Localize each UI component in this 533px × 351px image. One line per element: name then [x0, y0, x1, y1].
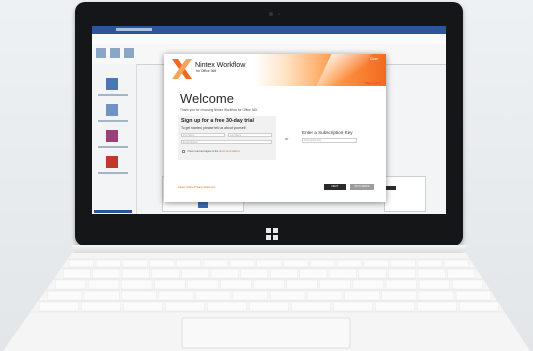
keyboard-key[interactable]: [122, 259, 148, 268]
keyboard-key[interactable]: [418, 290, 454, 301]
keyboard-key[interactable]: [291, 301, 332, 312]
keyboard-key[interactable]: [459, 301, 500, 312]
keyboard-key[interactable]: [417, 301, 458, 312]
keyboard-key[interactable]: [310, 259, 335, 268]
keyboard-key[interactable]: [158, 290, 194, 301]
keyboard-key[interactable]: [270, 290, 306, 301]
keyboard-key[interactable]: [68, 259, 94, 268]
keyboard-key[interactable]: [385, 279, 417, 290]
keyboard-key[interactable]: [181, 268, 209, 279]
keyboard-key[interactable]: [270, 268, 298, 279]
keyboard-key[interactable]: [333, 301, 374, 312]
keyboard-key[interactable]: [63, 268, 91, 279]
keyboard-key[interactable]: [307, 290, 343, 301]
keyboard-key[interactable]: [444, 259, 469, 268]
keyboard-key[interactable]: [319, 279, 351, 290]
keyboard-key[interactable]: [121, 279, 153, 290]
keyboard-key[interactable]: [151, 268, 180, 279]
keyboard-key[interactable]: [232, 290, 269, 301]
keyboard-key[interactable]: [149, 259, 175, 268]
keyboard-key[interactable]: [248, 301, 289, 312]
keyboard-key[interactable]: [417, 268, 446, 279]
keyboard-key[interactable]: [358, 268, 387, 279]
keyboard-key[interactable]: [195, 290, 231, 301]
keyboard-key[interactable]: [344, 290, 380, 301]
keyboard-key[interactable]: [47, 290, 83, 301]
keyboard-key[interactable]: [202, 259, 228, 268]
keyboard-key[interactable]: [176, 259, 201, 268]
keyboard-key[interactable]: [88, 279, 120, 290]
keyboard-key[interactable]: [229, 259, 255, 268]
keyboard-key[interactable]: [210, 268, 239, 279]
keyboard-key[interactable]: [55, 279, 87, 290]
keyboard-key[interactable]: [121, 290, 157, 301]
keyboard-key[interactable]: [451, 279, 484, 290]
keyboard-key[interactable]: [283, 259, 309, 268]
keyboard-key[interactable]: [390, 259, 416, 268]
keyboard-key[interactable]: [84, 290, 120, 301]
type-cover-keyboard: [3, 253, 530, 351]
scene: Nintex Workflow for Office 365 Close Pag…: [0, 0, 533, 351]
keyboard-key[interactable]: [95, 259, 121, 268]
keyboard-key[interactable]: [455, 290, 491, 301]
keyboard-key[interactable]: [80, 301, 121, 312]
keyboard-key[interactable]: [417, 259, 443, 268]
keyboard-key[interactable]: [154, 279, 186, 290]
keyboard-key[interactable]: [381, 290, 417, 301]
keyboard-key[interactable]: [329, 268, 357, 279]
keyboard-key[interactable]: [299, 268, 328, 279]
keyboard-key[interactable]: [240, 268, 268, 279]
keyboard-key[interactable]: [39, 301, 79, 312]
keyboard-key[interactable]: [375, 301, 416, 312]
keyboard-key[interactable]: [286, 279, 318, 290]
keyboard-key[interactable]: [388, 268, 416, 279]
keyboard-key[interactable]: [220, 279, 252, 290]
trackpad[interactable]: [181, 317, 351, 349]
keyboard-key[interactable]: [122, 301, 163, 312]
keyboard-key[interactable]: [206, 301, 247, 312]
keyboard-key[interactable]: [256, 259, 282, 268]
keyboard-key[interactable]: [418, 279, 450, 290]
keyboard-key[interactable]: [352, 279, 384, 290]
keyboard-key[interactable]: [363, 259, 389, 268]
keyboard-key[interactable]: [92, 268, 121, 279]
keyboard-key[interactable]: [122, 268, 150, 279]
keyboard-key[interactable]: [253, 279, 285, 290]
keyboard-key[interactable]: [447, 268, 475, 279]
keyboard-key[interactable]: [164, 301, 205, 312]
keyboard-key[interactable]: [187, 279, 219, 290]
keyboard-key[interactable]: [337, 259, 362, 268]
